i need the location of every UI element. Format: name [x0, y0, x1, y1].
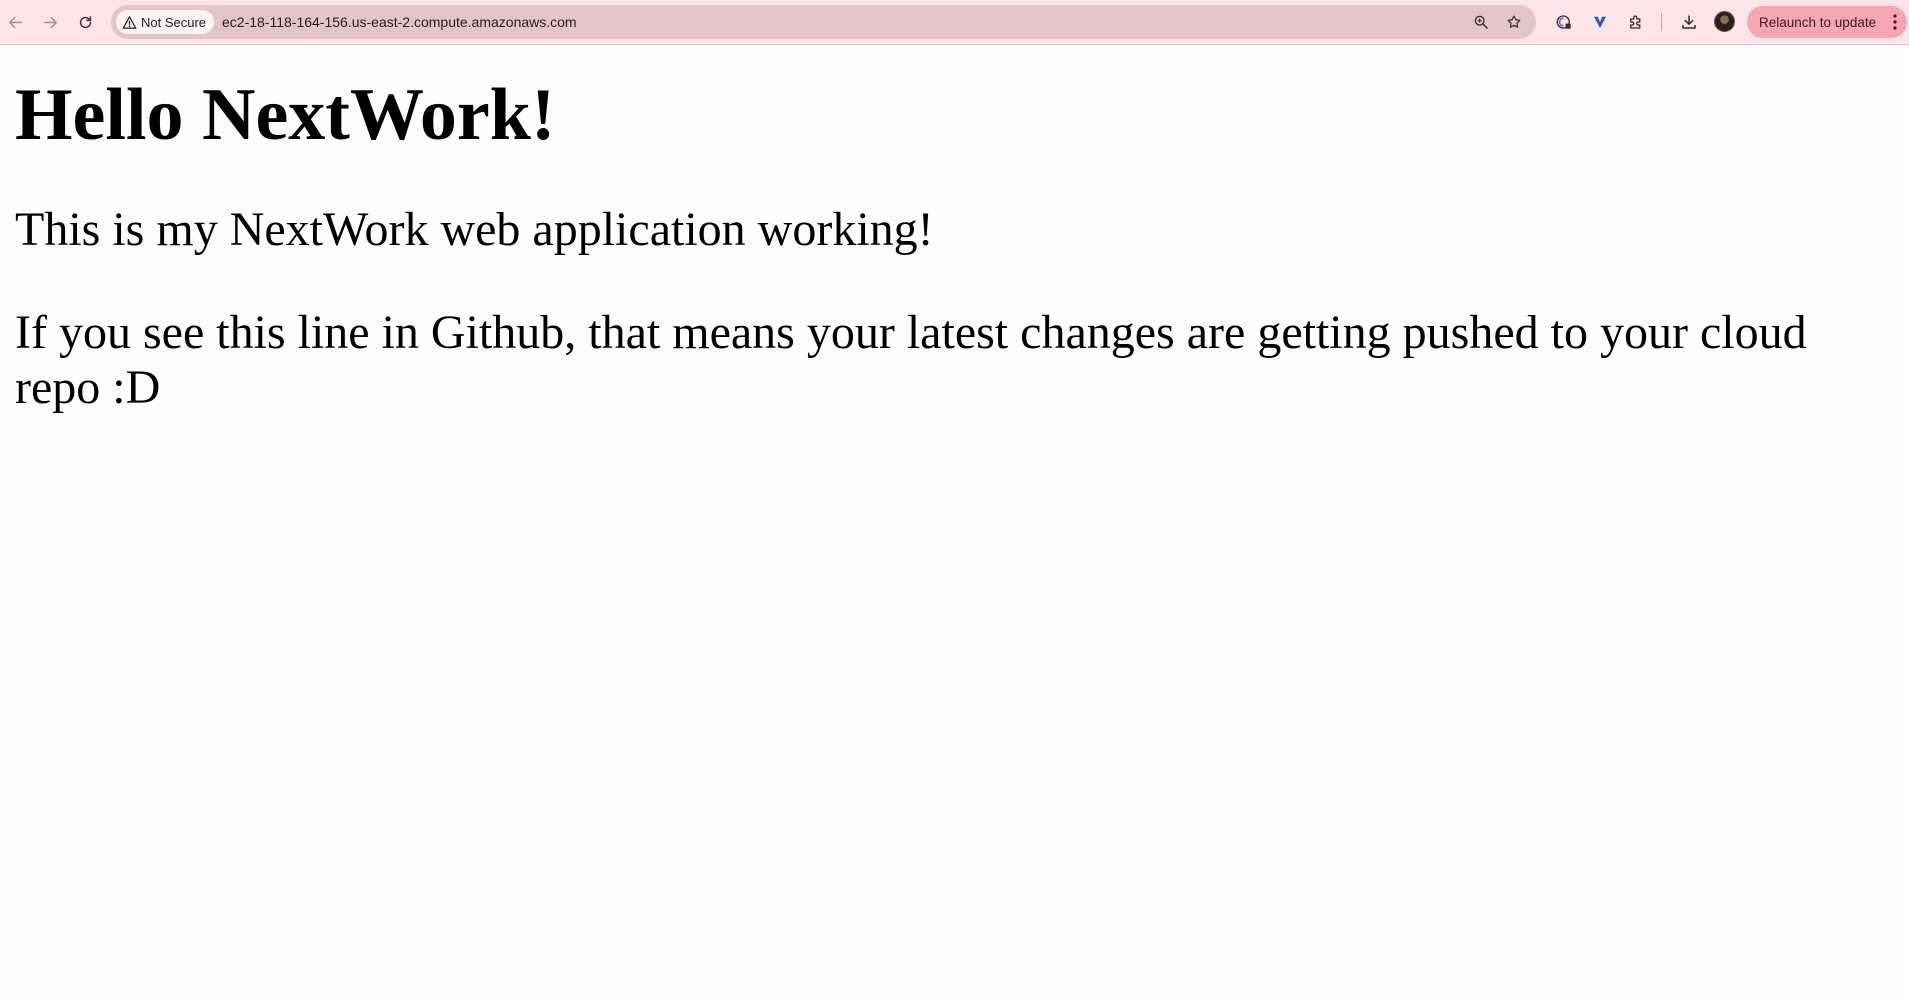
browser-toolbar: Not Secure ec2-18-118-164-156.us-east-2.…	[0, 0, 1909, 45]
kebab-icon	[1893, 14, 1897, 30]
v-extension-icon	[1594, 16, 1606, 28]
extension-button-1[interactable]	[1553, 11, 1575, 33]
reload-button[interactable]	[72, 9, 98, 35]
extension-button-2[interactable]	[1589, 11, 1611, 33]
paragraph-intro: This is my NextWork web application work…	[15, 203, 934, 256]
reload-icon	[79, 15, 91, 28]
extensions-button[interactable]	[1625, 11, 1647, 33]
forward-button[interactable]	[37, 9, 63, 35]
arrow-left-icon	[8, 16, 22, 28]
back-button[interactable]	[2, 9, 28, 35]
security-chip[interactable]: Not Secure	[116, 10, 215, 34]
url-text[interactable]: ec2-18-118-164-156.us-east-2.compute.ama…	[222, 5, 577, 39]
star-icon	[1507, 15, 1521, 28]
puzzle-icon	[1630, 15, 1641, 29]
zoom-icon	[1474, 15, 1488, 29]
address-bar[interactable]: Not Secure ec2-18-118-164-156.us-east-2.…	[111, 5, 1536, 39]
toolbar-separator	[1661, 13, 1662, 31]
bookmark-button[interactable]	[1504, 12, 1524, 32]
download-icon	[1682, 15, 1696, 29]
zoom-button[interactable]	[1471, 12, 1491, 32]
security-label: Not Secure	[141, 14, 207, 30]
warning-triangle-icon	[122, 15, 137, 29]
relaunch-label: Relaunch to update	[1759, 14, 1877, 30]
page-heading: Hello NextWork!	[15, 74, 556, 156]
paragraph-github: If you see this line in Github, that mea…	[15, 306, 1807, 414]
relaunch-button[interactable]: Relaunch to update	[1747, 6, 1907, 38]
downloads-button[interactable]	[1678, 11, 1700, 33]
page-content: Hello NextWork! This is my NextWork web …	[15, 45, 1895, 415]
arrow-right-icon	[43, 16, 57, 28]
avatar[interactable]	[1714, 11, 1735, 32]
shield-extension-icon	[1556, 15, 1571, 29]
